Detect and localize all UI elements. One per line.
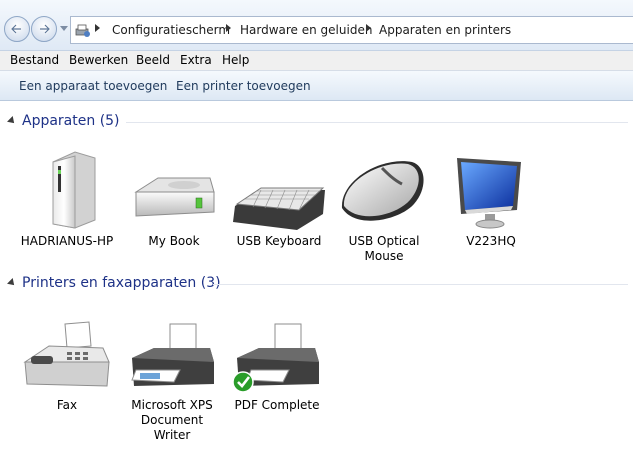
forward-button[interactable] — [31, 16, 57, 42]
group-title-printers: Printers en faxapparaten (3) — [22, 275, 221, 291]
breadcrumb-hardware-sound[interactable]: Hardware en geluiden — [240, 23, 372, 37]
command-bar: Een apparaat toevoegen Een printer toevo… — [0, 71, 633, 101]
breadcrumb-separator-icon[interactable] — [366, 24, 371, 32]
group-header-devices[interactable]: Apparaten (5) — [7, 113, 628, 131]
device-usb-optical-mouse[interactable]: USB Optical Mouse — [336, 150, 432, 264]
menu-tools[interactable]: Extra — [180, 53, 212, 67]
recent-pages-chevron-icon[interactable] — [60, 26, 68, 32]
breadcrumb-separator-icon[interactable] — [226, 24, 231, 32]
devices-printers-icon — [75, 24, 90, 37]
breadcrumb[interactable]: Configuratiescherm Hardware en geluiden … — [70, 16, 633, 44]
collapse-triangle-icon[interactable] — [7, 278, 17, 288]
monitor-icon — [457, 158, 521, 229]
breadcrumb-separator-icon[interactable] — [95, 24, 100, 32]
device-hadrianus-hp[interactable]: HADRIANUS-HP — [19, 150, 115, 249]
printer-pdf-complete[interactable]: PDF Complete — [229, 318, 325, 413]
device-my-book[interactable]: My Book — [126, 150, 222, 249]
printer-fax[interactable]: Fax — [19, 318, 115, 413]
keyboard-icon — [233, 187, 325, 230]
device-label: HADRIANUS-HP — [20, 234, 114, 248]
computer-tower-icon — [52, 151, 96, 229]
add-printer-button[interactable]: Een printer toevoegen — [176, 79, 311, 93]
menu-view[interactable]: Beeld — [136, 53, 170, 67]
printer-default-icon — [232, 323, 319, 393]
group-divider — [213, 284, 628, 285]
printer-label: Microsoft XPS Document Writer — [131, 398, 213, 442]
address-bar: Configuratiescherm Hardware en geluiden … — [0, 0, 633, 51]
add-device-button[interactable]: Een apparaat toevoegen — [19, 79, 167, 93]
device-usb-keyboard[interactable]: USB Keyboard — [231, 150, 327, 249]
group-title-devices: Apparaten (5) — [22, 113, 120, 129]
group-divider — [126, 122, 628, 123]
device-label: USB Optical Mouse — [348, 234, 420, 263]
printer-xps[interactable]: Microsoft XPS Document Writer — [124, 318, 220, 443]
collapse-triangle-icon[interactable] — [7, 116, 17, 126]
breadcrumb-control-panel[interactable]: Configuratiescherm — [112, 23, 230, 37]
printer-icon — [131, 323, 214, 386]
fax-machine-icon — [23, 321, 110, 387]
printer-label: Fax — [56, 398, 78, 412]
forward-arrow-icon — [40, 24, 51, 34]
menu-file[interactable]: Bestand — [10, 53, 59, 67]
printer-label: PDF Complete — [234, 398, 320, 412]
device-label: My Book — [148, 234, 200, 248]
device-v223hq[interactable]: V223HQ — [443, 150, 539, 249]
external-hard-drive-icon — [134, 177, 215, 217]
back-button[interactable] — [4, 16, 30, 42]
menu-help[interactable]: Help — [222, 53, 249, 67]
mouse-icon — [341, 161, 424, 221]
device-label: USB Keyboard — [236, 234, 322, 248]
breadcrumb-devices-printers[interactable]: Apparaten en printers — [379, 23, 511, 37]
group-header-printers[interactable]: Printers en faxapparaten (3) — [7, 275, 628, 293]
back-arrow-icon — [10, 24, 21, 34]
device-label: V223HQ — [466, 234, 516, 248]
menu-bar: Bestand Bewerken Beeld Extra Help — [0, 51, 633, 71]
menu-edit[interactable]: Bewerken — [69, 53, 128, 67]
